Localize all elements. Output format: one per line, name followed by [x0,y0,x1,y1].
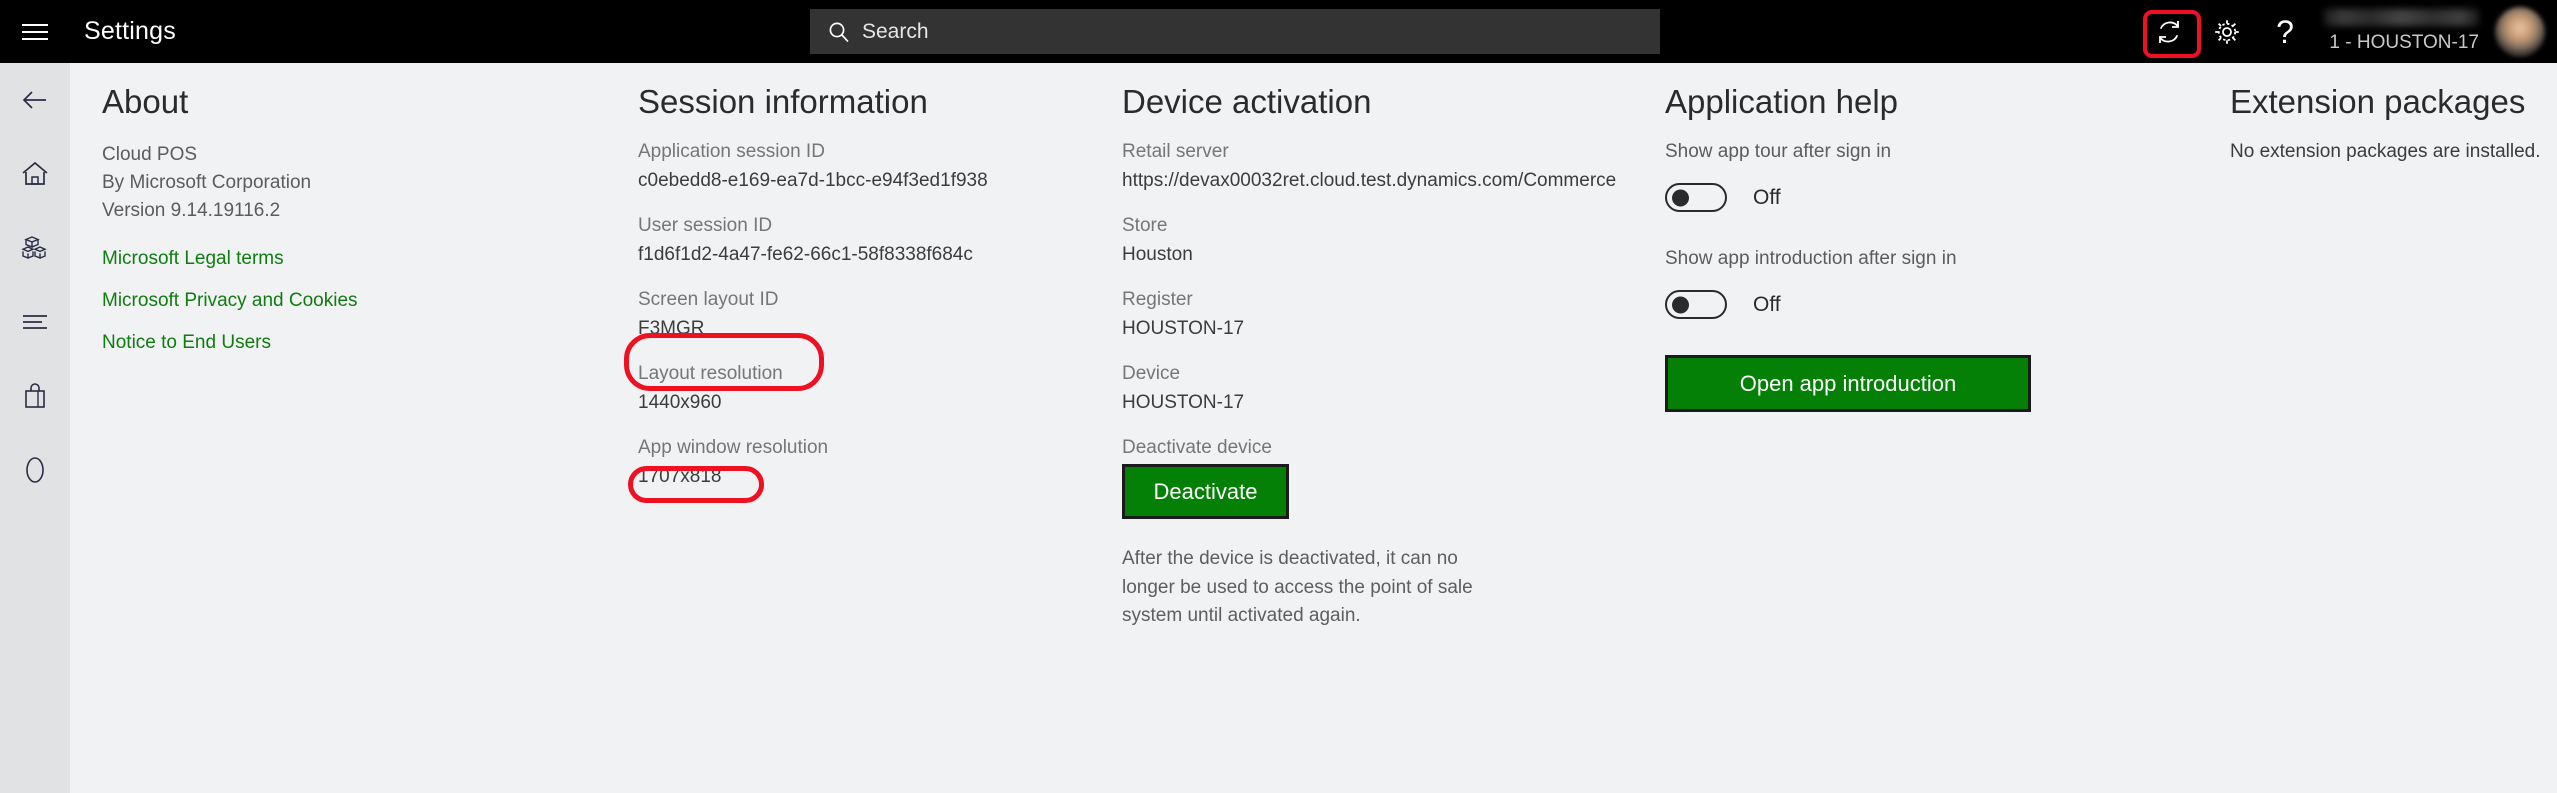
user-session-id-label: User session ID [638,215,1088,237]
avatar[interactable] [2495,7,2545,57]
session-title: Session information [638,83,1088,121]
screen-layout-id-value: F3MGR [638,316,1088,341]
header-actions: ? 1 - HOUSTON-17 [2140,0,2557,63]
field-app-window-resolution: App window resolution 1707x818 [638,437,1088,489]
field-deactivate: Deactivate device Deactivate [1122,437,1582,519]
question-mark-glyph: ? [2276,16,2294,48]
app-intro-toggle[interactable] [1665,290,1727,319]
app-session-id-value: c0ebedd8-e169-ea7d-1bcc-e94f3ed1f938 [638,168,1088,193]
register-label: 1 - HOUSTON-17 [2329,32,2479,54]
about-section: About Cloud POS By Microsoft Corporation… [102,63,572,374]
about-product: Cloud POS [102,141,572,169]
sidebar-item-zero[interactable] [0,433,70,507]
circle-zero-icon [24,455,46,485]
extensions-empty-text: No extension packages are installed. [2230,141,2557,163]
refresh-icon[interactable] [2140,0,2198,63]
sidebar-item-home[interactable] [0,137,70,211]
field-register: Register HOUSTON-17 [1122,289,1582,341]
app-window-resolution-label: App window resolution [638,437,1088,459]
home-icon [20,159,50,189]
extensions-title: Extension packages [2230,83,2557,121]
app-intro-toggle-row: Off [1665,290,2165,319]
help-title: Application help [1665,83,2165,121]
back-arrow-icon [19,84,51,116]
field-device: Device HOUSTON-17 [1122,363,1582,415]
layout-resolution-label: Layout resolution [638,363,1088,385]
device-value: HOUSTON-17 [1122,390,1582,415]
store-label: Store [1122,215,1582,237]
device-title: Device activation [1122,83,1582,121]
field-retail-server: Retail server https://devax00032ret.clou… [1122,141,1582,193]
sidebar-item-tasks[interactable] [0,285,70,359]
device-activation-section: Device activation Retail server https://… [1122,63,1582,631]
session-information-section: Session information Application session … [638,63,1088,511]
search-input[interactable]: Search [810,9,1660,54]
about-links: Microsoft Legal terms Microsoft Privacy … [102,248,572,354]
search-placeholder: Search [862,20,929,44]
hamburger-menu-icon[interactable] [0,0,70,63]
user-info[interactable]: 1 - HOUSTON-17 [2324,0,2479,63]
register-field-label: Register [1122,289,1582,311]
search-icon [828,21,850,43]
link-privacy-cookies[interactable]: Microsoft Privacy and Cookies [102,290,358,312]
deactivate-note: After the device is deactivated, it can … [1122,545,1514,631]
page-title: Settings [84,17,176,46]
deactivate-device-label: Deactivate device [1122,437,1582,459]
screen-layout-id-label: Screen layout ID [638,289,1088,311]
settings-content: About Cloud POS By Microsoft Corporation… [70,63,2557,793]
help-icon[interactable]: ? [2256,0,2314,63]
user-name-blurred [2324,9,2479,26]
gear-icon[interactable] [2198,0,2256,63]
field-app-session-id: Application session ID c0ebedd8-e169-ea7… [638,141,1088,193]
field-screen-layout-id: Screen layout ID F3MGR [638,289,1088,341]
about-version: Version 9.14.19116.2 [102,197,572,225]
open-app-introduction-button[interactable]: Open app introduction [1665,355,2031,412]
app-header: Settings Search [0,0,2557,63]
app-tour-toggle[interactable] [1665,183,1727,212]
retail-server-value: https://devax00032ret.cloud.test.dynamic… [1122,168,1537,193]
sidebar-item-products[interactable] [0,211,70,285]
extension-packages-section: Extension packages No extension packages… [2230,63,2557,163]
about-company: By Microsoft Corporation [102,169,572,197]
app-session-id-label: Application session ID [638,141,1088,163]
app-tour-state: Off [1753,186,1781,210]
app-intro-state: Off [1753,293,1781,317]
app-window-resolution-value: 1707x818 [638,464,1088,489]
app-tour-toggle-row: Off [1665,183,2165,212]
device-label: Device [1122,363,1582,385]
application-help-section: Application help Show app tour after sig… [1665,63,2165,412]
about-title: About [102,83,572,121]
shopping-bag-icon [21,381,49,411]
sidebar-item-back[interactable] [0,63,70,137]
left-sidebar [0,63,70,793]
cubes-icon [20,233,50,263]
link-notice-end-users[interactable]: Notice to End Users [102,332,271,354]
field-user-session-id: User session ID f1d6f1d2-4a47-fe62-66c1-… [638,215,1088,267]
field-store: Store Houston [1122,215,1582,267]
store-value: Houston [1122,242,1582,267]
sidebar-item-shop[interactable] [0,359,70,433]
app-tour-label: Show app tour after sign in [1665,141,2165,163]
list-lines-icon [20,311,50,333]
layout-resolution-value: 1440x960 [638,390,1088,415]
deactivate-button[interactable]: Deactivate [1122,464,1289,519]
retail-server-label: Retail server [1122,141,1582,163]
register-field-value: HOUSTON-17 [1122,316,1582,341]
link-legal-terms[interactable]: Microsoft Legal terms [102,248,284,270]
toggle-knob [1672,189,1689,206]
field-layout-resolution: Layout resolution 1440x960 [638,363,1088,415]
user-session-id-value: f1d6f1d2-4a47-fe62-66c1-58f8338f684c [638,242,1088,267]
app-intro-label: Show app introduction after sign in [1665,248,2165,270]
toggle-knob [1672,296,1689,313]
